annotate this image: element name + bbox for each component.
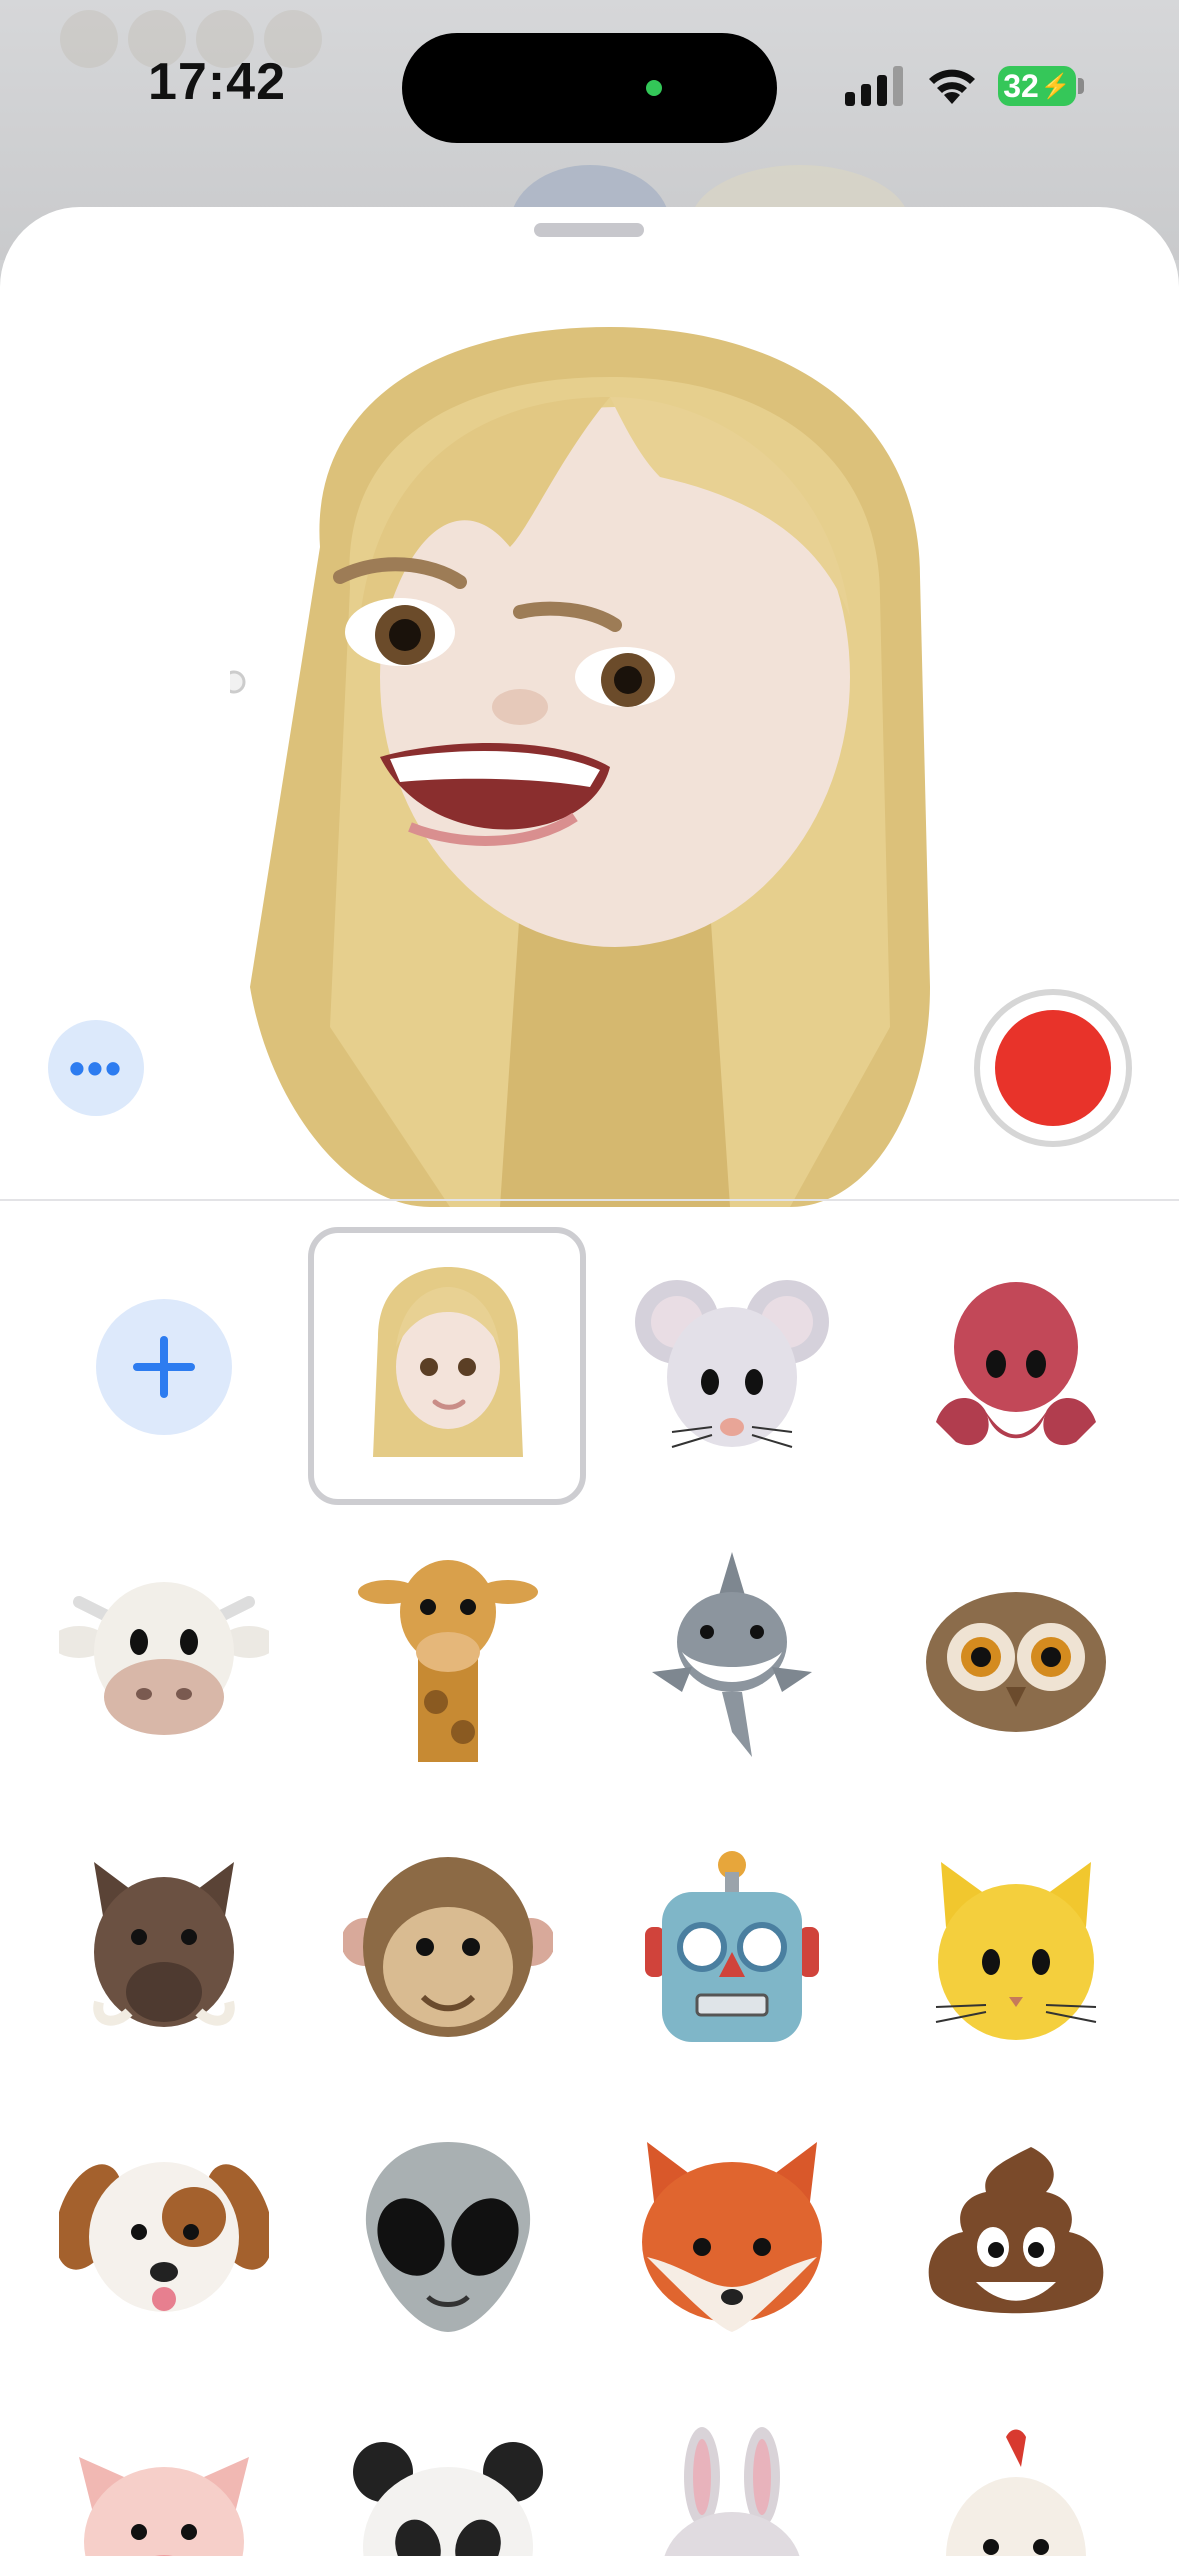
more-options-button[interactable]: ••• <box>48 1020 144 1116</box>
giraffe-icon <box>358 1560 538 1762</box>
chicken-icon <box>946 2429 1086 2556</box>
memoji-sheet: ••• <box>0 207 1179 2556</box>
sticker-panda[interactable] <box>308 2387 588 2556</box>
battery-level: 32 <box>1003 67 1039 104</box>
sticker-giraffe[interactable] <box>308 1517 588 1797</box>
memoji-face-preview <box>230 327 930 1207</box>
signal-icon <box>845 66 903 106</box>
record-button[interactable] <box>974 989 1132 1147</box>
sticker-cow[interactable] <box>24 1517 304 1797</box>
pig-icon <box>79 2457 249 2556</box>
add-memoji-button[interactable] <box>96 1299 232 1435</box>
sticker-boar[interactable] <box>24 1807 304 2087</box>
wifi-icon <box>929 69 975 104</box>
shark-icon <box>652 1552 812 1757</box>
sticker-mouse[interactable] <box>592 1227 872 1507</box>
sticker-alien[interactable] <box>308 2097 588 2377</box>
poo-icon <box>928 2147 1104 2314</box>
fox-icon <box>642 2142 822 2332</box>
monkey-icon <box>343 1857 553 2037</box>
sticker-robot[interactable] <box>592 1807 872 2087</box>
battery-charging-icon: 32 ⚡ <box>998 66 1076 106</box>
dog-icon <box>59 2162 269 2312</box>
add-memoji-cell <box>24 1227 304 1507</box>
status-time: 17:42 <box>148 53 286 111</box>
cow-icon <box>59 1582 269 1735</box>
status-bar: 17:42 32 ⚡ <box>0 0 1179 160</box>
dynamic-island <box>402 33 777 143</box>
sticker-rabbit[interactable] <box>592 2387 872 2556</box>
rabbit-icon <box>664 2427 800 2556</box>
memoji-icon <box>373 1267 523 1457</box>
battery-cap <box>1078 78 1084 94</box>
sticker-monkey[interactable] <box>308 1807 588 2087</box>
sticker-memoji[interactable] <box>308 1227 588 1507</box>
robot-icon <box>645 1851 819 2042</box>
sticker-fox[interactable] <box>592 2097 872 2377</box>
sticker-pig[interactable] <box>24 2387 304 2556</box>
memoji-preview: ••• <box>0 207 1179 1207</box>
octopus-icon <box>936 1282 1096 1446</box>
cat-icon <box>935 1862 1097 2040</box>
sticker-cat[interactable] <box>876 1807 1156 2087</box>
sticker-octopus[interactable] <box>876 1227 1156 1507</box>
sticker-shark[interactable] <box>592 1517 872 1797</box>
sticker-chicken[interactable] <box>876 2387 1156 2556</box>
panda-icon <box>353 2442 543 2556</box>
sticker-owl[interactable] <box>876 1517 1156 1797</box>
owl-icon <box>926 1592 1106 1732</box>
divider <box>0 1199 1179 1201</box>
camera-indicator-dot <box>646 80 662 96</box>
alien-icon <box>365 2142 531 2332</box>
sticker-dog[interactable] <box>24 2097 304 2377</box>
record-dot <box>995 1010 1111 1126</box>
mouse-icon <box>635 1280 829 1448</box>
boar-icon <box>93 1862 235 2027</box>
plus-icon <box>133 1336 195 1398</box>
sticker-poo[interactable] <box>876 2097 1156 2377</box>
